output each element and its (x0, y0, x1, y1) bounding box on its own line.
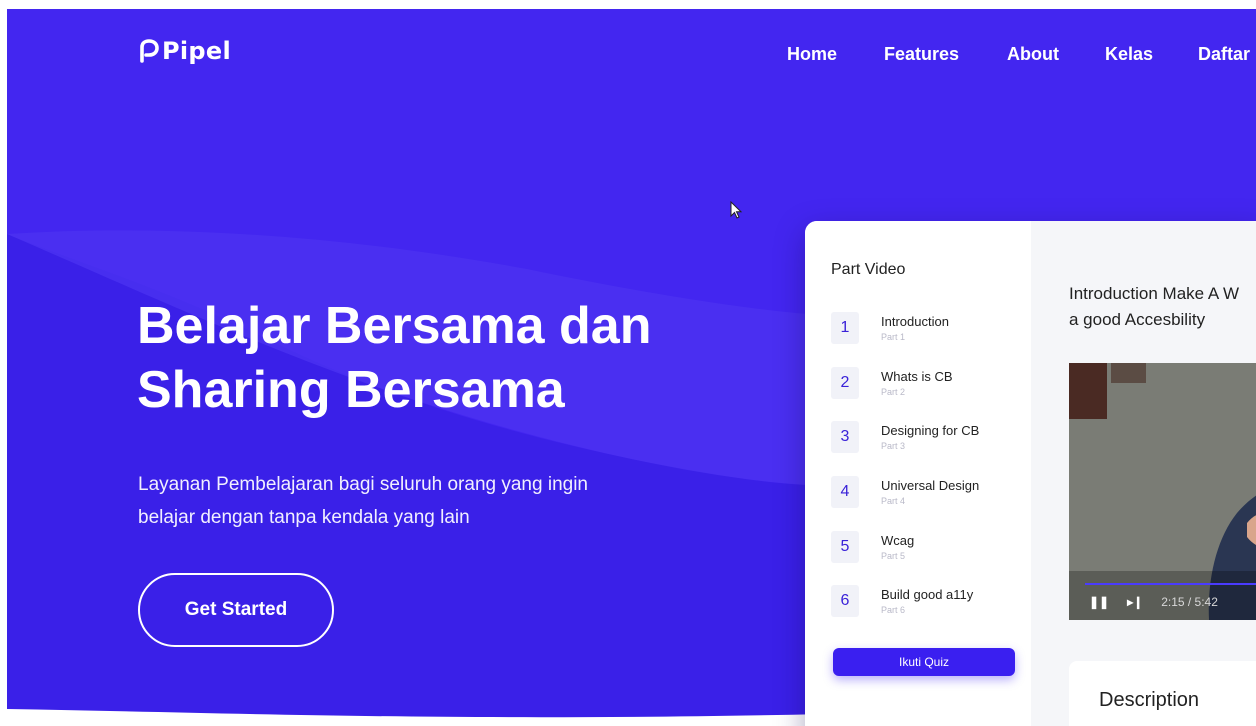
part-item-3[interactable]: 3 Designing for CB Part 3 (831, 421, 979, 453)
part-text: Build good a11y Part 6 (881, 587, 973, 615)
part-text: Introduction Part 1 (881, 314, 949, 342)
part-sub: Part 5 (881, 551, 906, 561)
part-number: 2 (831, 367, 859, 399)
hero-title-line2: Sharing Bersama (137, 361, 565, 419)
video-panel: Introduction Make A W a good Accesbility… (1031, 221, 1256, 726)
part-name: Designing for CB (881, 423, 980, 438)
part-name: Universal Design (881, 478, 980, 493)
part-text: Designing for CB Part 3 (881, 423, 979, 451)
part-video-sidebar: Part Video 1 Introduction Part 1 2 Whats… (805, 221, 1031, 726)
part-number: 5 (831, 531, 859, 563)
part-text: Universal Design Part 4 (881, 478, 979, 506)
hero-title-line1: Belajar Bersama dan (137, 297, 652, 355)
video-player[interactable]: ❚❚ ▸❙ 2:15 / 5:42 (1069, 363, 1256, 620)
description-box: Description (1069, 661, 1256, 726)
hero-title: Belajar Bersama dan Sharing Bersama (137, 294, 777, 422)
part-sub: Part 3 (881, 441, 906, 451)
hero-subtitle: Layanan Pembelajaran bagi seluruh orang … (138, 468, 698, 534)
video-frame-image (1069, 363, 1256, 620)
part-name: Whats is CB (881, 369, 953, 384)
nav-about[interactable]: About (1007, 44, 1059, 65)
part-number: 1 (831, 312, 859, 344)
part-item-5[interactable]: 5 Wcag Part 5 (831, 531, 914, 563)
brand-logo[interactable]: Pipel (138, 37, 231, 65)
part-number: 6 (831, 585, 859, 617)
nav-features[interactable]: Features (884, 44, 959, 65)
hero-subtitle-line1: Layanan Pembelajaran bagi seluruh orang … (138, 474, 588, 495)
part-item-6[interactable]: 6 Build good a11y Part 6 (831, 585, 973, 617)
hero-subtitle-line2: belajar dengan tanpa kendala yang lain (138, 507, 470, 528)
video-progress-bar[interactable] (1085, 583, 1256, 585)
nav-daftar[interactable]: Daftar (1198, 44, 1250, 65)
get-started-button[interactable]: Get Started (138, 573, 334, 647)
nav-home[interactable]: Home (787, 44, 837, 65)
part-name: Wcag (881, 533, 915, 548)
part-item-1[interactable]: 1 Introduction Part 1 (831, 312, 949, 344)
video-title-line2: a good Accesbility (1069, 310, 1206, 329)
nav-kelas[interactable]: Kelas (1105, 44, 1153, 65)
part-item-4[interactable]: 4 Universal Design Part 4 (831, 476, 979, 508)
video-time: 2:15 / 5:42 (1161, 595, 1218, 609)
pipel-logo-icon (140, 39, 159, 63)
pause-icon[interactable]: ❚❚ (1089, 595, 1109, 609)
part-name: Build good a11y (881, 587, 974, 602)
next-icon[interactable]: ▸❙ (1127, 595, 1143, 609)
part-sub: Part 4 (881, 496, 906, 506)
part-number: 4 (831, 476, 859, 508)
description-title: Description (1099, 689, 1200, 711)
part-number: 3 (831, 421, 859, 453)
video-title-line1: Introduction Make A W (1069, 284, 1240, 303)
part-video-title: Part Video (831, 261, 906, 278)
part-text: Wcag Part 5 (881, 533, 914, 561)
video-title: Introduction Make A W a good Accesbility (1069, 281, 1256, 333)
mouse-cursor-icon (730, 201, 743, 219)
part-sub: Part 1 (881, 332, 906, 342)
course-preview-card: Part Video 1 Introduction Part 1 2 Whats… (805, 221, 1256, 726)
part-sub: Part 2 (881, 387, 906, 397)
part-sub: Part 6 (881, 605, 906, 615)
hero-section: Pipel Home Features About Kelas Daftar B… (7, 9, 1256, 726)
brand-name: Pipel (162, 37, 231, 65)
video-controls: ❚❚ ▸❙ 2:15 / 5:42 (1089, 595, 1218, 609)
quiz-button-label: Ikuti Quiz (898, 655, 949, 669)
part-item-2[interactable]: 2 Whats is CB Part 2 (831, 367, 953, 399)
part-name: Introduction (881, 314, 949, 329)
part-text: Whats is CB Part 2 (881, 369, 953, 397)
quiz-button[interactable]: Ikuti Quiz (833, 648, 1015, 676)
get-started-label: Get Started (184, 599, 288, 620)
